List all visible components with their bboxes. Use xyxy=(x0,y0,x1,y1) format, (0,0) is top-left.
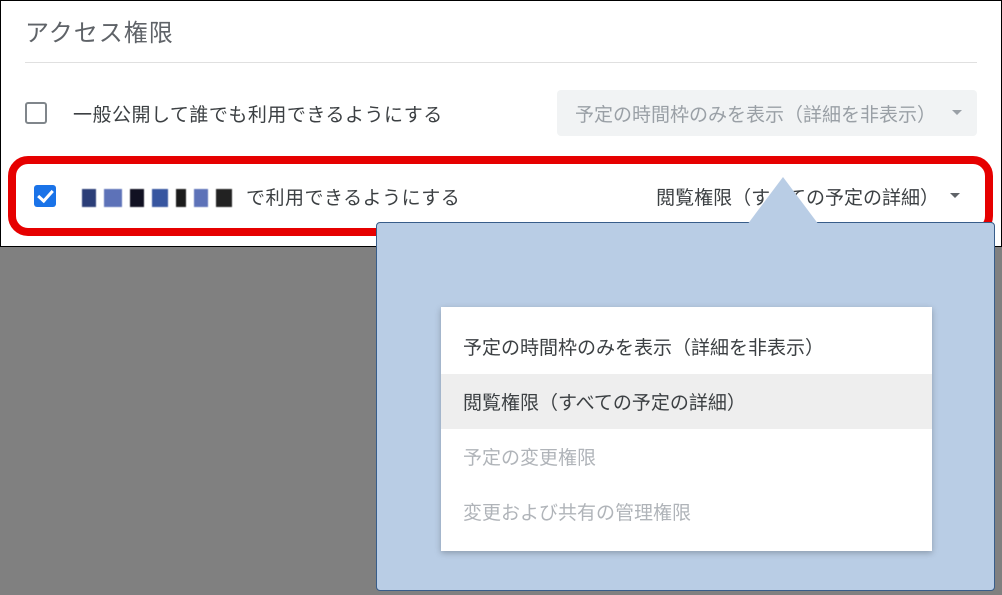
public-permission-value: 予定の時間枠のみを表示（詳細を非表示） xyxy=(575,100,936,127)
org-label: で利用できるようにする xyxy=(82,183,460,210)
public-label: 一般公開して誰でも利用できるようにする xyxy=(73,100,443,127)
public-permission-select[interactable]: 予定の時間枠のみを表示（詳細を非表示） xyxy=(557,90,977,136)
public-share-row: 一般公開して誰でも利用できるようにする 予定の時間枠のみを表示（詳細を非表示） xyxy=(25,85,977,141)
chevron-down-icon xyxy=(951,109,963,117)
org-name-obscured xyxy=(82,189,242,207)
dropdown-option-view-all[interactable]: 閲覧権限（すべての予定の詳細） xyxy=(441,374,932,429)
dropdown-option-edit[interactable]: 予定の変更権限 xyxy=(441,429,932,484)
permission-dropdown: 予定の時間枠のみを表示（詳細を非表示） 閲覧権限（すべての予定の詳細） 予定の変… xyxy=(441,307,932,551)
dropdown-option-timeslot[interactable]: 予定の時間枠のみを表示（詳細を非表示） xyxy=(441,319,932,374)
org-label-suffix: で利用できるようにする xyxy=(246,188,460,209)
dropdown-option-manage[interactable]: 変更および共有の管理権限 xyxy=(441,484,932,539)
dropdown-callout: 予定の時間枠のみを表示（詳細を非表示） 閲覧権限（すべての予定の詳細） 予定の変… xyxy=(376,222,995,591)
access-permissions-panel: アクセス権限 一般公開して誰でも利用できるようにする 予定の時間枠のみを表示（詳… xyxy=(0,0,1002,247)
org-checkbox[interactable] xyxy=(34,185,56,207)
section-title: アクセス権限 xyxy=(25,13,977,63)
chevron-down-icon xyxy=(949,192,961,200)
callout-pointer xyxy=(747,177,819,225)
public-checkbox[interactable] xyxy=(25,102,47,124)
